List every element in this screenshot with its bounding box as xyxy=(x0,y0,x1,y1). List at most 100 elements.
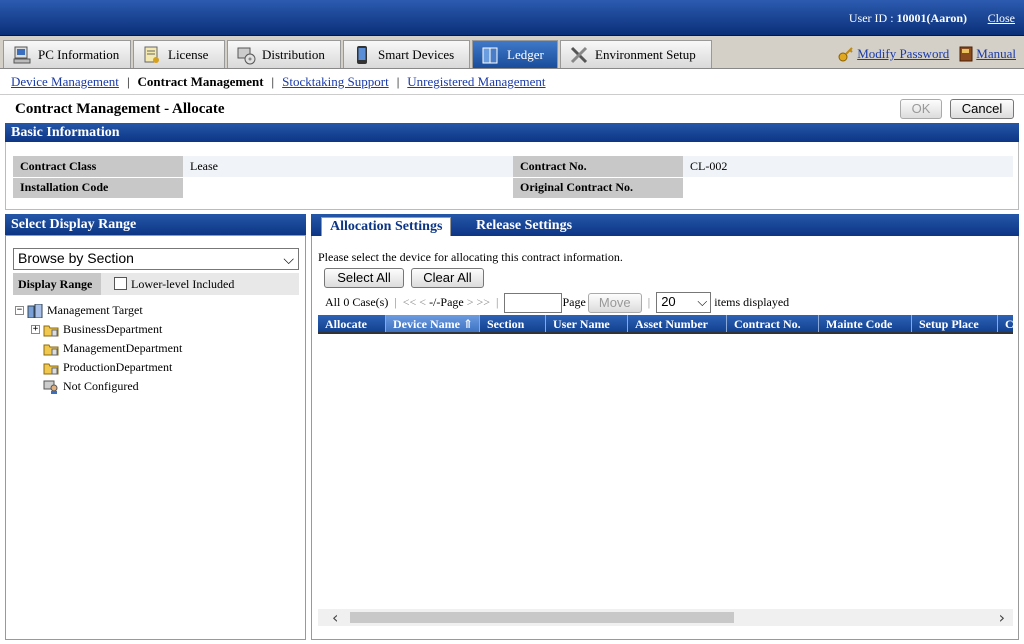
tree-node-not-configured[interactable]: Not Configured xyxy=(43,379,139,394)
column-device-name[interactable]: Device Name ⇑ xyxy=(386,315,480,332)
main-tab-bar: PC Information License Distribution Smar… xyxy=(0,36,1024,69)
user-info: User ID : 10001(Aaron) xyxy=(849,11,967,26)
contract-class-value: Lease xyxy=(183,156,513,178)
ok-button[interactable]: OK xyxy=(900,99,942,119)
tab-label: Distribution xyxy=(262,46,325,62)
table-row: Contract Class Lease Contract No. CL-002 xyxy=(13,156,1013,178)
tab-label: Ledger xyxy=(507,46,544,62)
page-label: Page xyxy=(562,295,586,309)
column-allocate[interactable]: Allocate xyxy=(318,315,386,332)
contract-class-label: Contract Class xyxy=(13,156,183,178)
column-contract-no[interactable]: Contract No. xyxy=(727,315,819,332)
column-section[interactable]: Section xyxy=(480,315,546,332)
column-truncated[interactable]: C xyxy=(998,315,1013,332)
folder-icon xyxy=(43,363,59,374)
prev-page-link[interactable]: < xyxy=(419,295,426,310)
display-range-bar: Display Range Lower-level Included xyxy=(13,273,299,295)
column-asset-number[interactable]: Asset Number xyxy=(628,315,727,332)
page-title: Contract Management - Allocate xyxy=(15,101,225,117)
tree-node-label: Management Target xyxy=(47,303,143,317)
expand-toggle[interactable]: + xyxy=(31,325,40,334)
tree-node-label: ManagementDepartment xyxy=(63,341,183,355)
smart-device-icon xyxy=(357,45,367,64)
folder-icon xyxy=(43,325,59,336)
items-per-page-select[interactable]: 20 ⌵ xyxy=(656,292,712,313)
display-range-label: Display Range xyxy=(13,273,101,295)
modify-password-group: Modify Password xyxy=(838,46,949,62)
lower-level-checkbox[interactable] xyxy=(114,277,127,290)
display-range-panel: Browse by Section ⌵ Display Range Lower-… xyxy=(5,235,306,640)
tab-ledger[interactable]: Ledger xyxy=(472,40,558,68)
select-all-button[interactable]: Select All xyxy=(324,268,404,288)
last-page-link[interactable]: >> xyxy=(477,295,491,310)
collapse-toggle[interactable]: − xyxy=(15,306,24,315)
page-number-input[interactable] xyxy=(504,292,563,313)
building-icon xyxy=(27,303,43,318)
column-setup-place[interactable]: Setup Place xyxy=(912,315,998,332)
scroll-left-icon[interactable]: ‹ xyxy=(332,608,338,627)
allocation-tab-bar: Allocation Settings Release Settings xyxy=(311,214,1019,236)
distribution-icon xyxy=(237,47,256,64)
tree-node-business-department[interactable]: + BusinessDepartment xyxy=(31,322,162,337)
subnav-unregistered-management[interactable]: Unregistered Management xyxy=(407,74,545,89)
tab-label: PC Information xyxy=(38,46,120,62)
items-per-page-value: 20 xyxy=(661,294,676,309)
subnav-device-management[interactable]: Device Management xyxy=(11,74,119,89)
license-icon xyxy=(144,46,159,63)
tab-pc-information[interactable]: PC Information xyxy=(3,40,131,68)
tab-distribution[interactable]: Distribution xyxy=(227,40,341,68)
subnav-separator: | xyxy=(126,74,130,89)
items-displayed-label: items displayed xyxy=(714,295,790,309)
unassigned-user-icon xyxy=(43,380,58,394)
first-page-link[interactable]: << xyxy=(403,295,417,310)
browse-mode-select[interactable]: Browse by Section ⌵ xyxy=(13,248,299,270)
device-table-header: Allocate Device Name ⇑ Section User Name… xyxy=(318,315,1013,334)
lower-level-label: Lower-level Included xyxy=(131,277,235,291)
column-mainte-code[interactable]: Mainte Code xyxy=(819,315,912,332)
ledger-icon xyxy=(482,47,498,63)
tab-smart-devices[interactable]: Smart Devices xyxy=(343,40,470,68)
tab-license[interactable]: License xyxy=(133,40,225,68)
instruction-text: Please select the device for allocating … xyxy=(318,250,623,264)
contract-no-label: Contract No. xyxy=(513,156,683,178)
manual-group: Manual xyxy=(959,46,1016,62)
page-status: -/-Page xyxy=(429,295,464,309)
folder-icon xyxy=(43,344,59,355)
tab-release-settings[interactable]: Release Settings xyxy=(468,217,580,236)
installation-code-value xyxy=(183,177,513,199)
tab-environment-setup[interactable]: Environment Setup xyxy=(560,40,712,68)
tree-node-management-target[interactable]: − Management Target xyxy=(15,303,143,318)
chevron-down-icon: ⌵ xyxy=(697,294,708,309)
column-label: Device Name xyxy=(393,317,460,331)
pager-separator: | xyxy=(647,295,651,309)
clear-all-button[interactable]: Clear All xyxy=(411,268,484,288)
tab-label: Smart Devices xyxy=(378,46,455,62)
top-bar: User ID : 10001(Aaron) Close xyxy=(0,0,1024,36)
pager-separator: | xyxy=(496,295,499,309)
column-user-name[interactable]: User Name xyxy=(546,315,628,332)
scrollbar-thumb[interactable] xyxy=(350,612,734,623)
title-row: Contract Management - Allocate OK Cancel xyxy=(0,94,1024,122)
close-link[interactable]: Close xyxy=(988,11,1015,26)
original-contract-no-value xyxy=(683,177,1013,199)
subnav-stocktaking-support[interactable]: Stocktaking Support xyxy=(282,74,389,89)
tree-node-label: Not Configured xyxy=(63,379,139,393)
modify-password-link[interactable]: Modify Password xyxy=(857,46,949,62)
next-page-link[interactable]: > xyxy=(467,295,474,310)
tree-node-production-department[interactable]: ProductionDepartment xyxy=(43,360,172,375)
case-count: All 0 Case(s) xyxy=(325,295,389,309)
scroll-right-icon[interactable]: › xyxy=(999,608,1005,627)
original-contract-no-label: Original Contract No. xyxy=(513,177,683,199)
subnav-separator: | xyxy=(271,74,275,89)
manual-link[interactable]: Manual xyxy=(976,46,1016,62)
tree-node-management-department[interactable]: ManagementDepartment xyxy=(43,341,182,356)
pager-separator: | xyxy=(394,295,397,309)
tab-allocation-settings[interactable]: Allocation Settings xyxy=(321,217,452,236)
basic-information-panel: Contract Class Lease Contract No. CL-002… xyxy=(5,142,1019,210)
table-row: Installation Code Original Contract No. xyxy=(13,177,1013,199)
chevron-down-icon: ⌵ xyxy=(283,251,294,267)
move-button[interactable]: Move xyxy=(587,292,642,313)
cancel-button[interactable]: Cancel xyxy=(950,99,1014,119)
horizontal-scrollbar[interactable]: ‹ › xyxy=(318,608,1013,627)
manual-book-icon xyxy=(959,46,973,62)
